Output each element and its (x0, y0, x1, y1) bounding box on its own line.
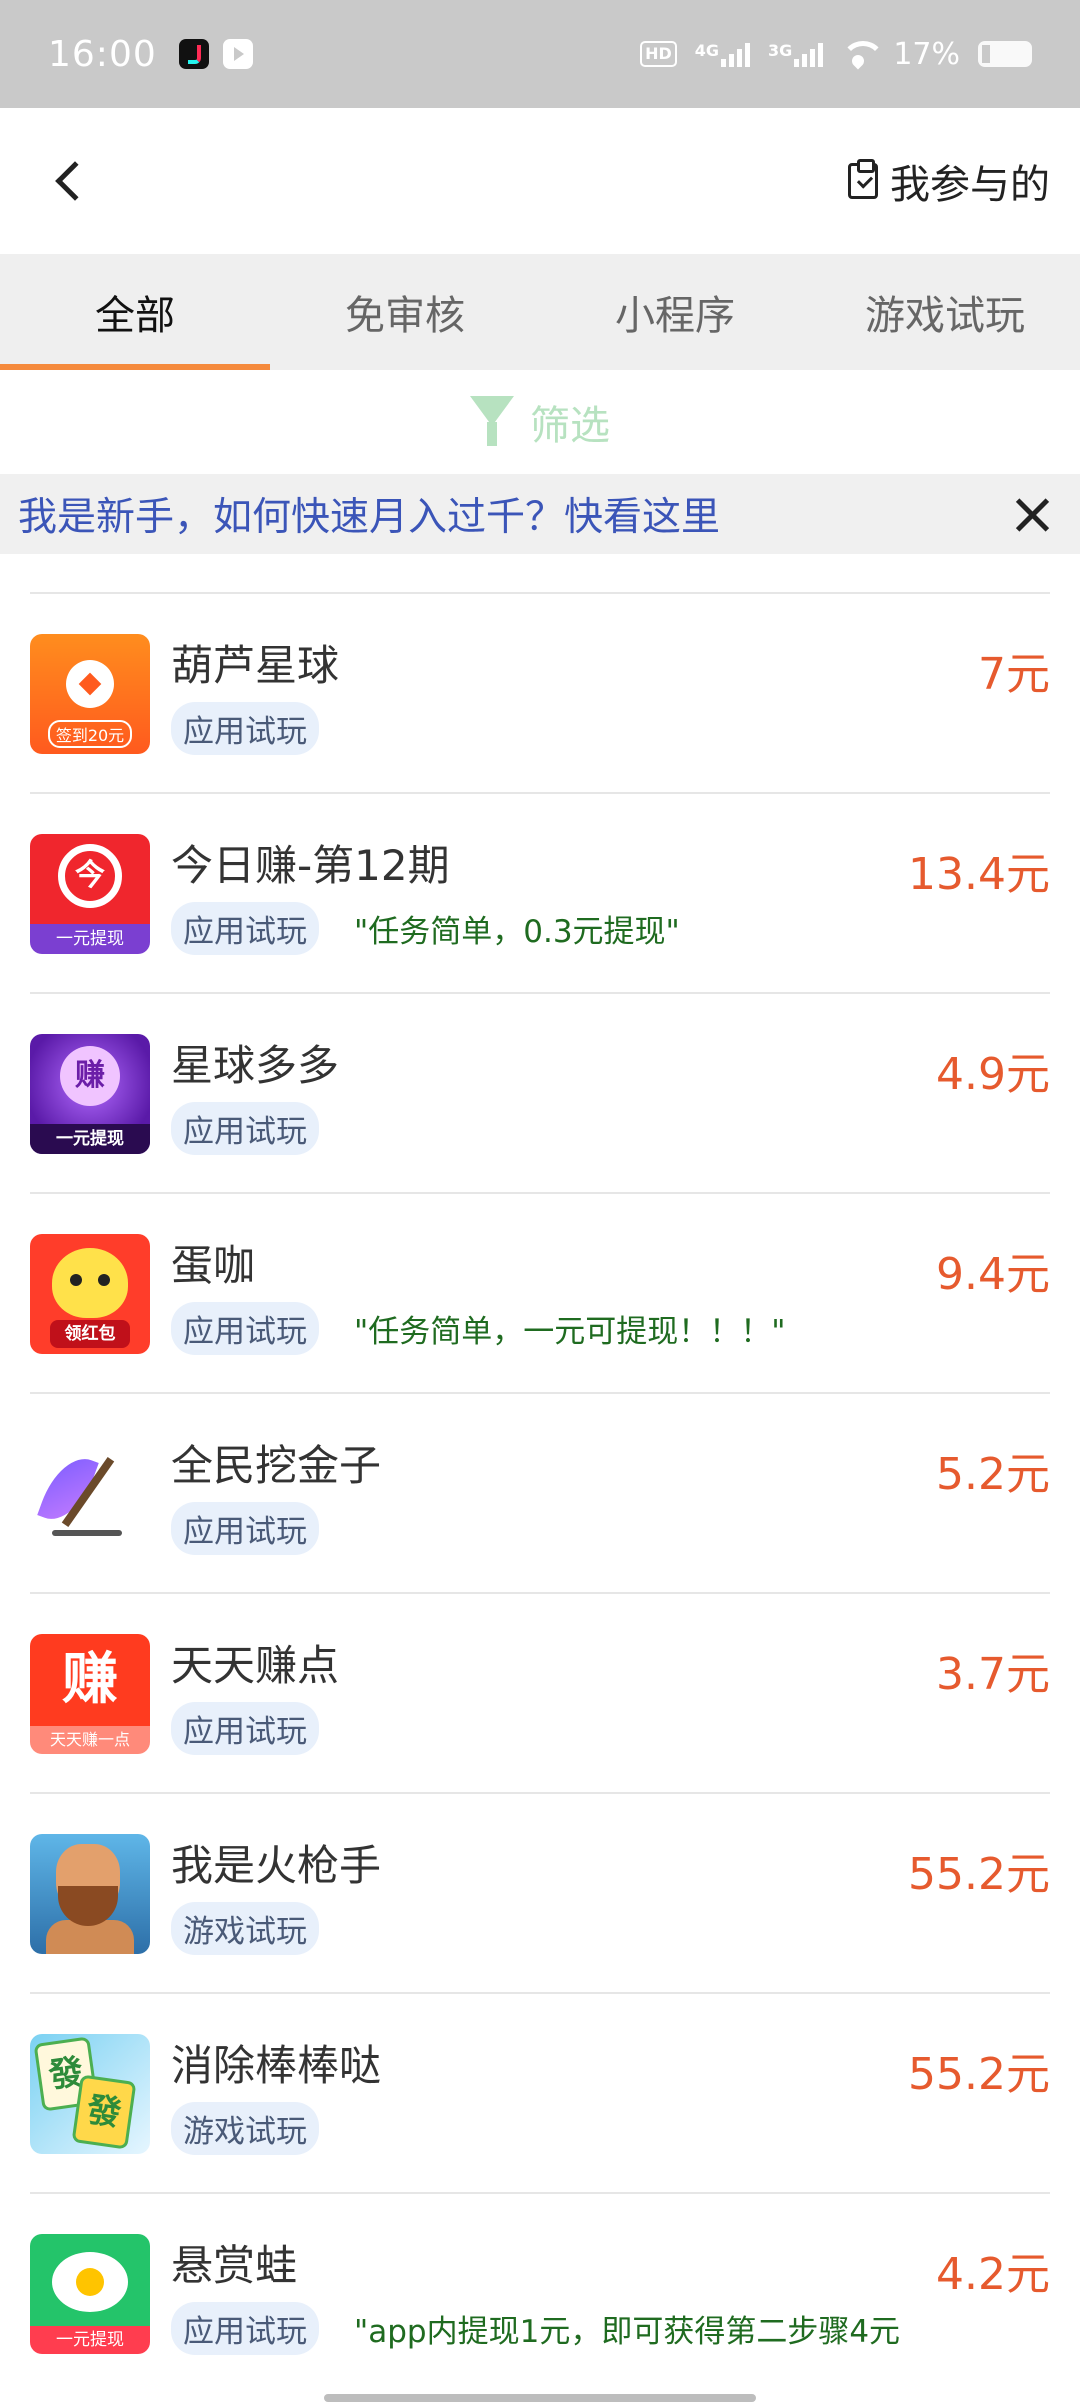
task-name: 葫芦星球 (171, 641, 340, 690)
list-item[interactable]: 赚一元提现 星球多多 应用试玩 4.9元 (30, 992, 1050, 1192)
task-note: "任务简单，0.3元提现" (354, 914, 680, 950)
tab-game-trial[interactable]: 游戏试玩 (810, 254, 1080, 370)
task-list: 签到20元 葫芦星球 应用试玩 7元 今一元提现 今日赚-第12期 应用试玩 "… (0, 592, 1080, 2392)
task-reward: 4.9元 (936, 1049, 1050, 1100)
my-participated-label: 我参与的 (890, 162, 1050, 208)
video-notification-icon (222, 39, 253, 69)
notification-icons (178, 39, 253, 69)
quanmin-wajinzi-icon (30, 1434, 150, 1554)
list-item[interactable]: 發發 消除棒棒哒 游戏试玩 55.2元 (30, 1992, 1050, 2192)
task-reward: 3.7元 (936, 1649, 1050, 1700)
jinrizhuan-icon: 今一元提现 (30, 834, 150, 954)
close-icon[interactable] (1002, 484, 1062, 544)
task-reward: 55.2元 (908, 1849, 1050, 1900)
task-name: 星球多多 (171, 1041, 340, 1090)
task-reward: 9.4元 (936, 1249, 1050, 1300)
task-name: 全民挖金子 (171, 1441, 382, 1490)
list-item[interactable]: 赚天天赚一点 天天赚点 应用试玩 3.7元 (30, 1592, 1050, 1792)
task-type-badge: 应用试玩 (171, 1102, 319, 1155)
wifi-icon (841, 41, 886, 67)
home-indicator[interactable] (324, 2394, 756, 2402)
signal-4g-icon: 4G (695, 41, 751, 67)
status-time: 16:00 (48, 33, 157, 75)
signal-3g-icon: 3G (768, 41, 824, 67)
list-item[interactable]: 今一元提现 今日赚-第12期 应用试玩 "任务简单，0.3元提现" 13.4元 (30, 792, 1050, 992)
my-participated-button[interactable]: 我参与的 (848, 152, 1050, 210)
task-reward: 55.2元 (908, 2049, 1050, 2100)
list-item[interactable]: 我是火枪手 游戏试玩 55.2元 (30, 1792, 1050, 1992)
task-name: 天天赚点 (171, 1641, 340, 1690)
task-note: "任务简单，一元可提现！！！" (354, 1314, 786, 1350)
header: 我参与的 (0, 108, 1080, 254)
xiaochu-bangbangda-icon: 發發 (30, 2034, 150, 2154)
task-name: 蛋咖 (171, 1241, 256, 1290)
list-item[interactable]: 全民挖金子 应用试玩 5.2元 (30, 1392, 1050, 1592)
task-name: 悬赏蛙 (171, 2241, 298, 2290)
task-type-badge: 应用试玩 (171, 902, 319, 955)
newbie-guide-banner[interactable]: 我是新手，如何快速月入过千？快看这里 (0, 474, 1080, 554)
task-type-badge: 应用试玩 (171, 1702, 319, 1755)
tiantian-zhuandian-icon: 赚天天赚一点 (30, 1634, 150, 1754)
xingqiu-duoduo-icon: 赚一元提现 (30, 1034, 150, 1154)
task-type-badge: 游戏试玩 (171, 1902, 319, 1955)
task-note: "app内提现1元，即可获得第二步骤4元 (354, 2314, 901, 2350)
list-item[interactable]: 一元提现 悬赏蛙 应用试玩 "app内提现1元，即可获得第二步骤4元 4.2元 (30, 2192, 1050, 2392)
task-reward: 7元 (978, 649, 1050, 700)
task-type-badge: 应用试玩 (171, 2302, 319, 2355)
danka-icon: 领红包 (30, 1234, 150, 1354)
chevron-left-icon (55, 161, 95, 201)
tiktok-notification-icon (178, 39, 209, 69)
banner-text[interactable]: 我是新手，如何快速月入过千？快看这里 (18, 486, 720, 542)
task-name: 消除棒棒哒 (171, 2041, 382, 2090)
xuanshangwa-icon: 一元提现 (30, 2234, 150, 2354)
huoqiangshou-icon (30, 1834, 150, 1954)
filter-icon (470, 394, 520, 450)
task-reward: 4.2元 (936, 2249, 1050, 2300)
status-indicators: HD 4G 3G 17% (640, 37, 1032, 72)
hd-icon: HD (640, 41, 677, 67)
hulu-xingqiu-icon: 签到20元 (30, 634, 150, 754)
tab-no-review[interactable]: 免审核 (270, 254, 540, 370)
task-type-badge: 应用试玩 (171, 1502, 319, 1555)
category-tabs: 全部 免审核 小程序 游戏试玩 (0, 254, 1080, 370)
task-type-badge: 应用试玩 (171, 1302, 319, 1355)
filter-label: 筛选 (530, 403, 610, 449)
filter-button[interactable]: 筛选 (0, 370, 1080, 474)
status-bar: 16:00 HD 4G 3G 17% (0, 0, 1080, 108)
clipboard-check-icon (848, 159, 878, 199)
task-type-badge: 游戏试玩 (171, 2102, 319, 2155)
list-item[interactable]: 领红包 蛋咖 应用试玩 "任务简单，一元可提现！！！" 9.4元 (30, 1192, 1050, 1392)
task-name: 我是火枪手 (171, 1841, 382, 1890)
tab-all[interactable]: 全部 (0, 254, 270, 370)
task-type-badge: 应用试玩 (171, 702, 319, 755)
tab-mini-program[interactable]: 小程序 (540, 254, 810, 370)
task-name: 今日赚-第12期 (171, 841, 450, 890)
battery-percent: 17% (893, 36, 960, 72)
task-reward: 5.2元 (936, 1449, 1050, 1500)
task-reward: 13.4元 (908, 849, 1050, 900)
back-button[interactable] (30, 141, 110, 221)
list-item[interactable]: 签到20元 葫芦星球 应用试玩 7元 (30, 592, 1050, 792)
battery-icon (978, 41, 1032, 67)
